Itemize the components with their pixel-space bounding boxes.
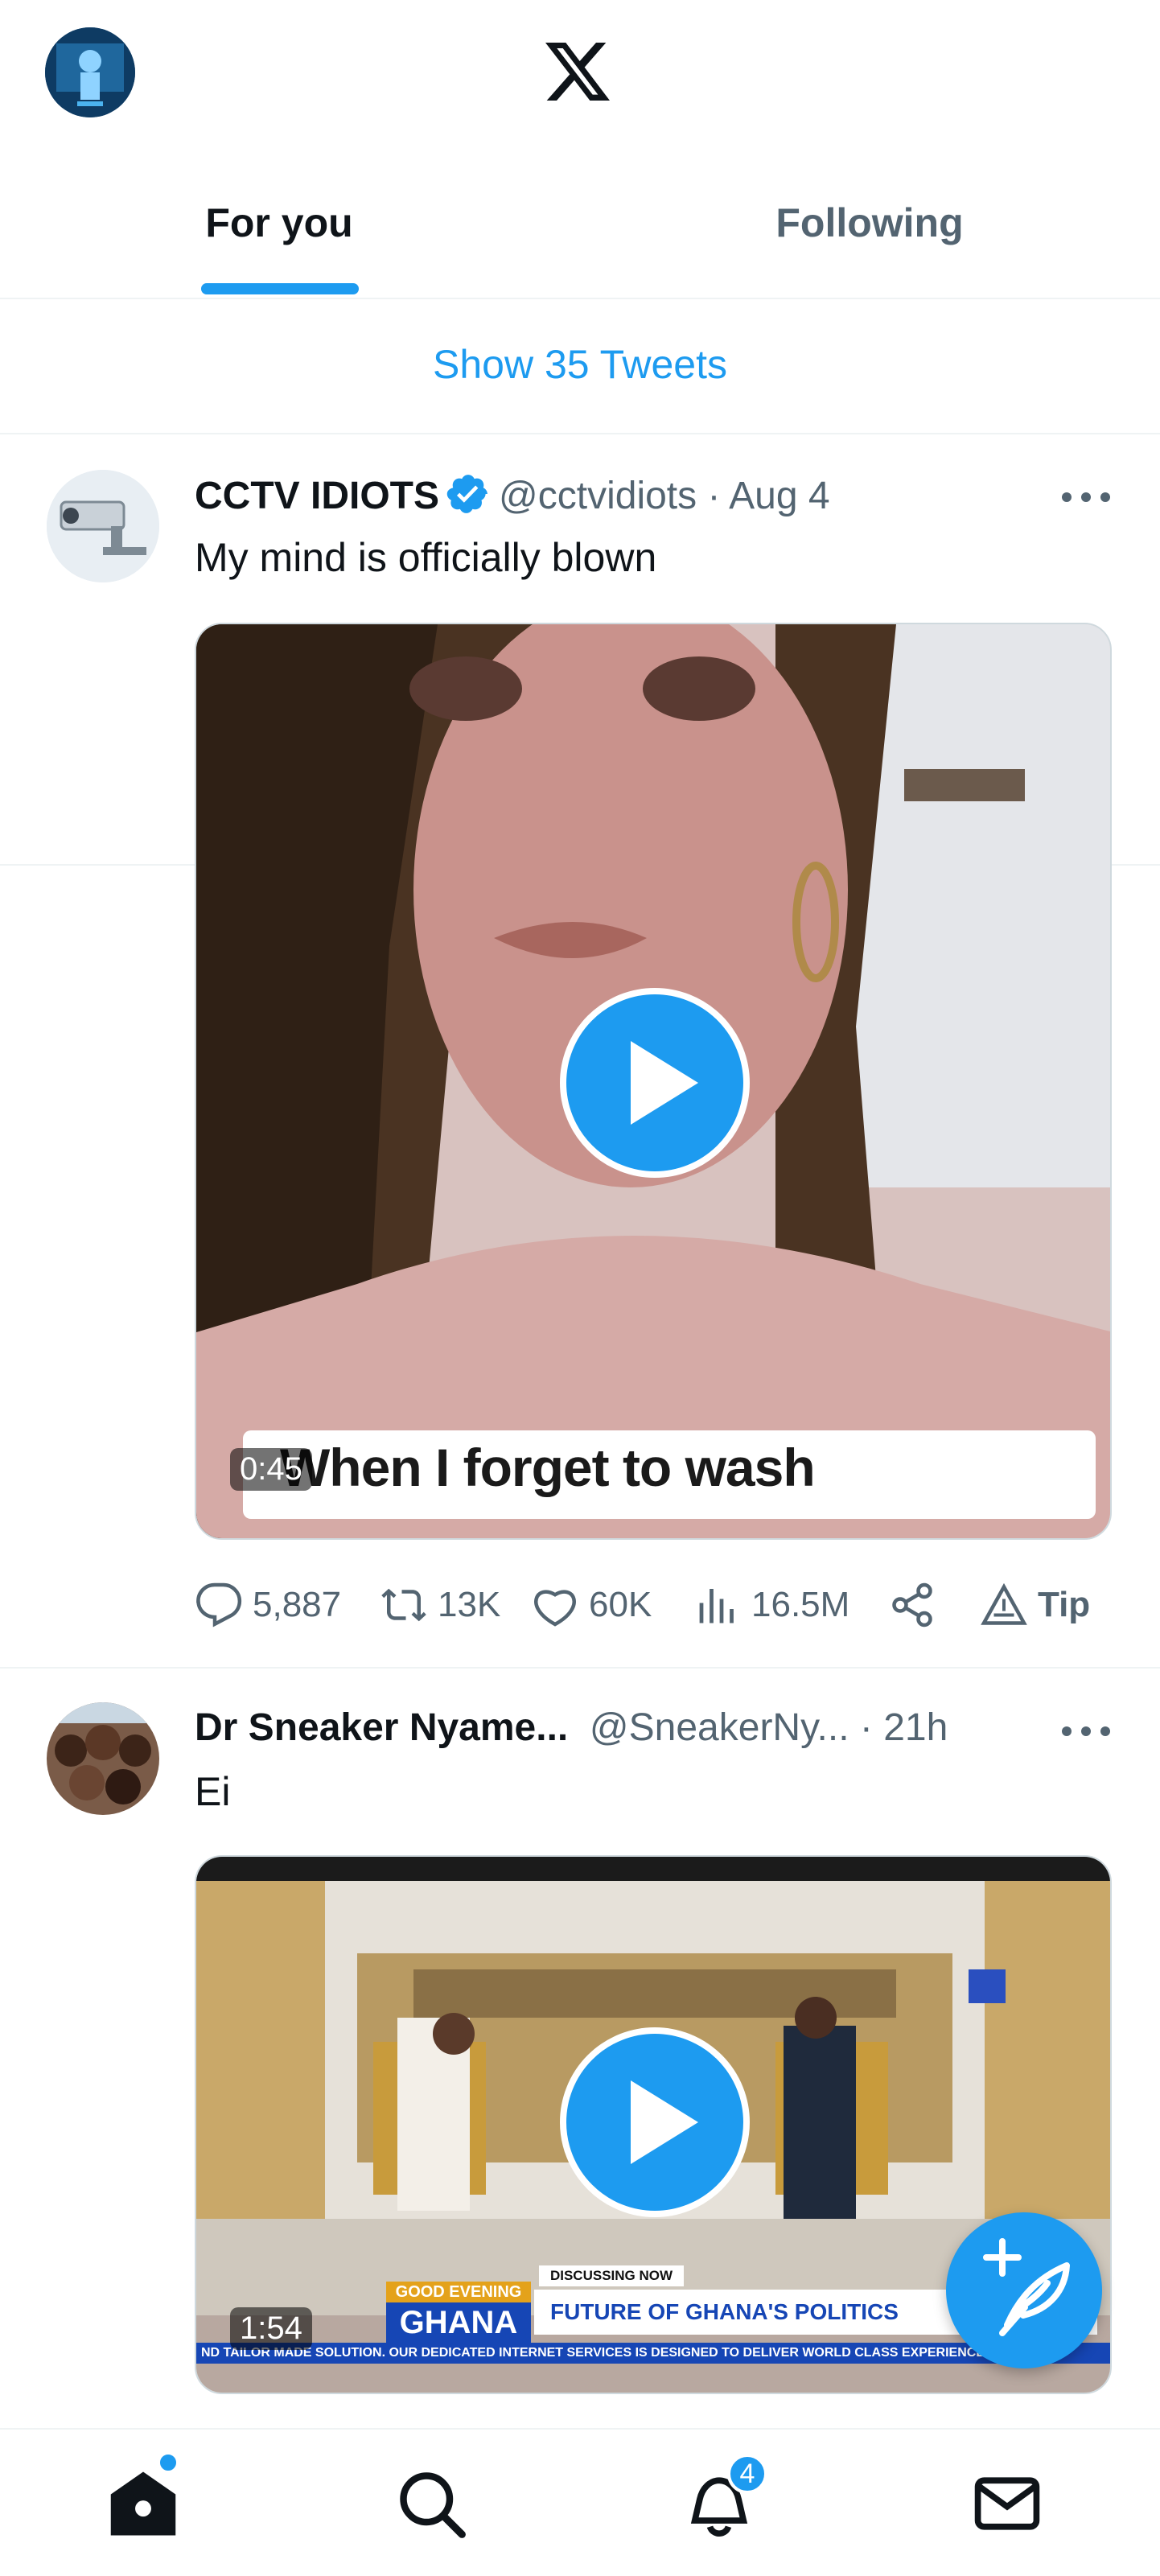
banner-show: GOOD EVENING <box>386 2282 531 2302</box>
play-button-icon[interactable] <box>560 2027 750 2217</box>
tweet-text: Ei <box>195 1769 231 1814</box>
heart-icon <box>534 1590 576 1627</box>
more-options-icon[interactable] <box>1062 1720 1110 1744</box>
top-bar: For you Following <box>0 0 1160 299</box>
tweet-divider <box>0 1667 1160 1669</box>
views-icon <box>699 1589 734 1623</box>
share-button[interactable] <box>888 1577 946 1633</box>
compose-feather-icon <box>983 2238 1070 2336</box>
like-count: 60K <box>589 1585 652 1624</box>
bottom-nav <box>0 2428 1160 2576</box>
tip-icon <box>981 1582 1027 1625</box>
retweet-icon <box>381 1588 426 1622</box>
compose-tweet-button[interactable] <box>946 2212 1102 2368</box>
x-logo-icon <box>545 43 610 101</box>
tab-following-label: Following <box>775 200 964 245</box>
reply-button[interactable]: 5,887 <box>195 1577 341 1633</box>
tweet-author-avatar[interactable] <box>47 1702 159 1815</box>
video-duration: 0:45 <box>230 1448 312 1491</box>
share-icon <box>892 1582 932 1627</box>
profile-avatar[interactable] <box>45 27 135 117</box>
retweet-count: 13K <box>438 1585 501 1624</box>
play-button-icon[interactable] <box>560 988 750 1178</box>
tip-button[interactable]: Tip <box>980 1577 1090 1633</box>
reply-count: 5,887 <box>253 1585 342 1624</box>
active-tab-indicator <box>201 283 359 294</box>
banner-discussing: DISCUSSING NOW <box>539 2265 684 2286</box>
like-button[interactable]: 60K <box>531 1577 652 1633</box>
views-count: 16.5M <box>751 1585 850 1624</box>
banner-country: GHANA <box>386 2302 531 2343</box>
messages-icon[interactable] <box>970 2467 1044 2541</box>
tip-label: Tip <box>1038 1585 1091 1624</box>
video-caption: When I forget to wash <box>243 1430 1096 1519</box>
home-icon[interactable] <box>106 2467 180 2541</box>
tab-following[interactable]: Following <box>579 177 1160 299</box>
tab-for-you-label: For you <box>205 200 353 245</box>
reply-icon <box>196 1582 242 1627</box>
tweet-time[interactable]: · 21h <box>860 1706 948 1749</box>
author-name[interactable]: Dr Sneaker Nyame... <box>195 1706 568 1749</box>
tweet-time[interactable]: · Aug 4 <box>707 475 829 517</box>
tweet-actions: 5,887 13K 60K 16.5M Tip <box>195 1577 1112 1633</box>
tab-for-you[interactable]: For you <box>0 177 558 299</box>
views-button[interactable]: 16.5M <box>693 1577 849 1633</box>
tweet-author-avatar[interactable] <box>47 470 159 582</box>
notifications-badge: 4 <box>727 2454 767 2494</box>
video-duration: 1:54 <box>230 2307 312 2350</box>
verified-badge-icon <box>446 475 487 513</box>
home-new-indicator <box>158 2452 179 2473</box>
author-handle[interactable]: @SneakerNy... <box>590 1706 849 1749</box>
retweet-button[interactable]: 13K <box>380 1577 500 1633</box>
show-new-tweets-button[interactable]: Show 35 Tweets <box>0 301 1160 434</box>
tweet-text: My mind is officially blown <box>195 535 657 580</box>
more-options-icon[interactable] <box>1062 486 1110 510</box>
author-name[interactable]: CCTV IDIOTS <box>195 475 439 517</box>
tweet-header: Dr Sneaker Nyame... @SneakerNy... · 21h <box>195 1706 948 1750</box>
tweet-header: CCTV IDIOTS @cctvidiots · Aug 4 <box>195 471 830 518</box>
author-handle[interactable]: @cctvidiots <box>499 475 697 517</box>
search-icon[interactable] <box>394 2467 468 2541</box>
tweet-video[interactable]: When I forget to wash 0:45 <box>195 623 1112 1540</box>
